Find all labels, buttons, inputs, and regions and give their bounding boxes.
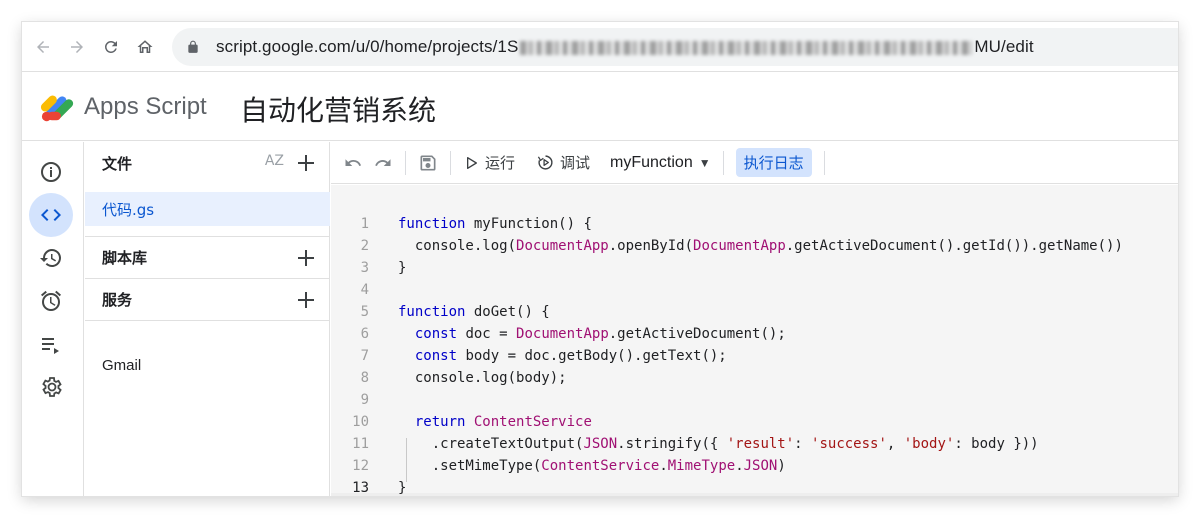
code-line[interactable]: 3} <box>331 257 1178 279</box>
code-line[interactable]: 1 function myFunction() { <box>331 213 1178 235</box>
overview-info-icon[interactable] <box>29 150 73 194</box>
divider <box>85 320 330 321</box>
code-line[interactable]: 10 return ContentService <box>331 411 1178 433</box>
redo-icon[interactable] <box>373 153 393 173</box>
line-number: 11 <box>352 436 369 452</box>
line-number: 2 <box>360 238 369 254</box>
undo-icon[interactable] <box>343 153 363 173</box>
line-number: 4 <box>360 282 369 298</box>
run-label: 运行 <box>485 154 516 172</box>
url-text: script.google.com/u/0/home/projects/1S MU… <box>216 37 1034 57</box>
toolbar-separator <box>823 150 825 175</box>
run-button[interactable]: 运行 <box>463 152 515 173</box>
code-text: console.log(DocumentApp.openById(Documen… <box>398 238 1123 254</box>
save-icon[interactable] <box>418 153 438 173</box>
toolbar-separator <box>405 150 406 175</box>
debug-icon <box>537 155 553 170</box>
function-select-value: myFunction <box>610 153 693 171</box>
sort-az-icon[interactable]: AZ <box>265 153 284 169</box>
line-number: 1 <box>360 216 369 232</box>
debug-label: 调试 <box>560 154 591 172</box>
code-text: const doc = DocumentApp.getActiveDocumen… <box>414 326 786 342</box>
address-bar[interactable]: script.google.com/u/0/home/projects/1S MU… <box>172 28 1178 66</box>
services-header: 服务 <box>85 278 330 320</box>
url-redacted <box>520 40 973 55</box>
line-number: 8 <box>360 370 369 386</box>
editor-code-icon[interactable] <box>29 193 73 237</box>
code-text: function doGet() { <box>398 304 550 320</box>
forward-arrow-icon[interactable] <box>66 36 88 58</box>
browser-toolbar: script.google.com/u/0/home/projects/1S MU… <box>22 22 1178 72</box>
code-line[interactable]: 8 console.log(body); <box>331 367 1178 389</box>
debug-button[interactable]: 调试 <box>537 152 590 173</box>
project-title[interactable]: 自动化营销系统 <box>240 89 436 129</box>
services-label: 服务 <box>102 291 133 309</box>
code-text: .createTextOutput(JSON.stringify({ 'resu… <box>398 436 1039 452</box>
code-line[interactable]: 5 function doGet() { <box>331 301 1178 323</box>
code-line[interactable]: 4 <box>331 279 1178 301</box>
line-number: 12 <box>352 458 369 474</box>
files-header: 文件 AZ <box>85 142 330 184</box>
reload-icon[interactable] <box>100 36 122 58</box>
code-text: .setMimeType(ContentService.MimeType.JSO… <box>398 458 786 474</box>
service-item-gmail[interactable]: Gmail <box>102 357 141 374</box>
settings-gear-icon[interactable] <box>29 365 73 409</box>
code-line[interactable]: 12 .setMimeType(ContentService.MimeType.… <box>331 455 1178 477</box>
line-number: 6 <box>360 326 369 342</box>
toolbar-separator <box>450 150 451 175</box>
code-text: return ContentService <box>414 414 592 430</box>
code-text: } <box>398 480 407 496</box>
line-number: 7 <box>360 348 369 364</box>
left-rail <box>22 142 84 496</box>
app-header: Apps Script 自动化营销系统 <box>22 73 1178 141</box>
code-editor[interactable]: 1 function myFunction() { 2 console.log(Do… <box>331 185 1178 496</box>
code-line[interactable]: 6 const doc = DocumentApp.getActiveDocum… <box>331 323 1178 345</box>
add-library-plus-icon[interactable] <box>294 246 318 270</box>
line-number: 3 <box>360 260 369 276</box>
line-number: 13 <box>352 480 369 496</box>
back-arrow-icon[interactable] <box>32 36 54 58</box>
code-text: function myFunction() { <box>398 216 592 232</box>
file-item-code-gs[interactable]: 代码.gs <box>85 192 330 226</box>
toolbar-separator <box>722 150 724 175</box>
dropdown-caret-icon: ▼ <box>698 155 711 170</box>
editor-toolbar: 运行 调试 myFunction ▼ 执行日志 <box>331 142 1178 184</box>
execution-log-button[interactable]: 执行日志 <box>735 148 812 177</box>
history-icon[interactable] <box>29 236 73 280</box>
code-text: const body = doc.getBody().getText(); <box>414 348 727 364</box>
url-suffix: MU/edit <box>974 37 1034 56</box>
app-name: Apps Script <box>84 93 207 120</box>
code-line[interactable]: 11 .createTextOutput(JSON.stringify({ 'r… <box>331 433 1178 455</box>
apps-script-logo-icon[interactable] <box>40 87 78 125</box>
libraries-label: 脚本库 <box>102 249 148 267</box>
add-service-plus-icon[interactable] <box>294 288 318 312</box>
triggers-alarm-icon[interactable] <box>29 279 73 323</box>
line-number: 10 <box>352 414 369 430</box>
url-host: script.google.com/u/0/home/projects/1S <box>216 37 519 56</box>
files-sidebar: 文件 AZ 代码.gs 脚本库 服务 Gmail <box>85 142 330 496</box>
code-text: console.log(body); <box>398 370 567 386</box>
function-select[interactable]: myFunction ▼ <box>610 154 711 172</box>
code-text: } <box>398 260 407 276</box>
lock-icon <box>186 40 200 54</box>
line-number: 5 <box>360 304 369 320</box>
play-icon <box>467 156 477 169</box>
app-window: script.google.com/u/0/home/projects/1S MU… <box>22 22 1178 496</box>
code-line[interactable]: 9 <box>331 389 1178 411</box>
code-line[interactable]: 2 console.log(DocumentApp.openById(Docum… <box>331 235 1178 257</box>
line-number: 9 <box>360 392 369 408</box>
home-icon[interactable] <box>134 36 156 58</box>
add-file-plus-icon[interactable] <box>294 151 318 175</box>
code-line[interactable]: 13} <box>331 477 1178 496</box>
executions-list-icon[interactable] <box>29 322 73 366</box>
files-label: 文件 <box>102 154 133 173</box>
code-line[interactable]: 7 const body = doc.getBody().getText(); <box>331 345 1178 367</box>
libraries-header: 脚本库 <box>85 236 330 278</box>
